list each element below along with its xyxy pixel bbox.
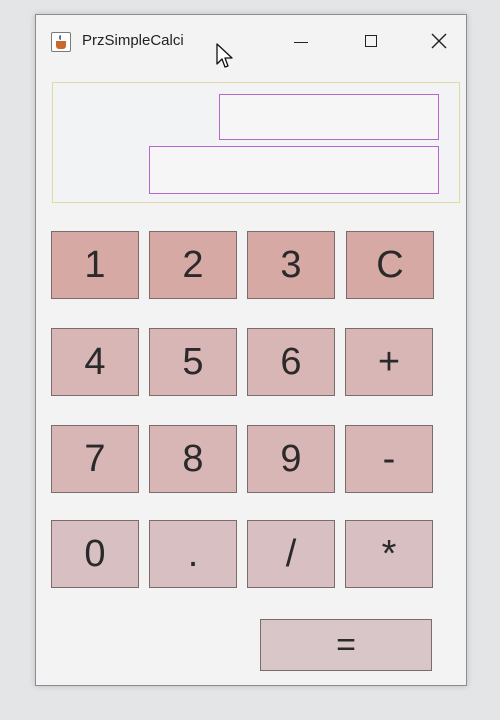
close-button[interactable] [416,27,462,57]
plus-button[interactable]: + [345,328,433,396]
window-title: PrzSimpleCalci [82,32,184,49]
close-icon [431,33,447,49]
maximize-icon [365,35,377,47]
title-bar[interactable]: PrzSimpleCalci [36,15,466,68]
expression-field[interactable] [219,94,439,140]
key-6-button[interactable]: 6 [247,328,335,396]
minimize-icon [294,42,308,43]
minus-button[interactable]: - [345,425,433,493]
key-4-button[interactable]: 4 [51,328,139,396]
key-0-button[interactable]: 0 [51,520,139,588]
key-7-button[interactable]: 7 [51,425,139,493]
maximize-button[interactable] [348,27,394,57]
java-cup-icon [51,32,71,52]
key-9-button[interactable]: 9 [247,425,335,493]
key-8-button[interactable]: 8 [149,425,237,493]
decimal-point-button[interactable]: . [149,520,237,588]
multiply-button[interactable]: * [345,520,433,588]
clear-button[interactable]: C [346,231,434,299]
key-5-button[interactable]: 5 [149,328,237,396]
calculator-window: PrzSimpleCalci 1 2 3 C 4 5 6 + 7 8 9 - 0 [35,14,467,686]
divide-button[interactable]: / [247,520,335,588]
display-panel [52,82,460,203]
result-field[interactable] [149,146,439,194]
key-1-button[interactable]: 1 [51,231,139,299]
minimize-button[interactable] [278,27,324,57]
equals-button[interactable]: = [260,619,432,671]
key-3-button[interactable]: 3 [247,231,335,299]
mouse-cursor-icon [216,43,233,68]
key-2-button[interactable]: 2 [149,231,237,299]
